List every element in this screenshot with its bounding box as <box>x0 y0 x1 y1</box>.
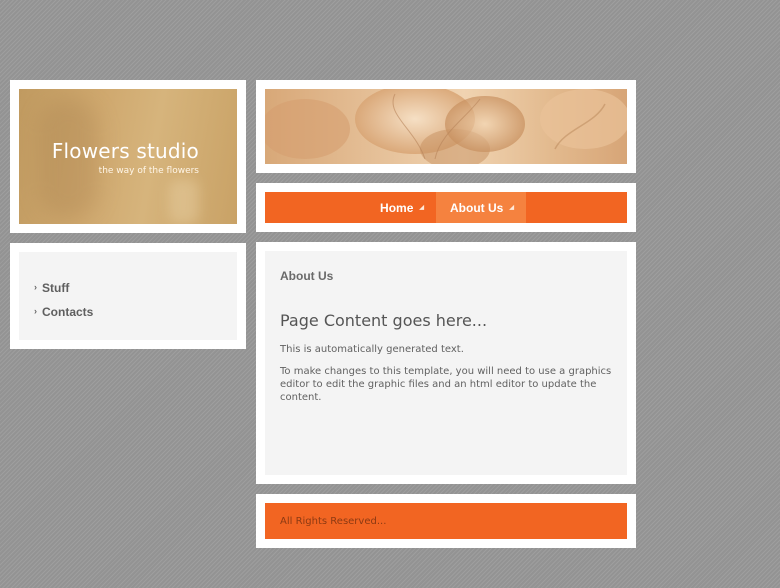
sidebar-item-label: Stuff <box>42 281 70 295</box>
content-paragraph: This is automatically generated text. <box>280 344 464 355</box>
logo-panel: Flowers studio the way of the flowers <box>10 80 246 233</box>
sidebar-item-label: Contacts <box>42 305 94 319</box>
nav-about-link[interactable]: About Us ◢ <box>436 192 526 223</box>
site-tagline: the way of the flowers <box>98 166 199 176</box>
sidebar: › Stuff › Contacts <box>10 243 246 349</box>
nav-about-label: About Us <box>450 200 504 215</box>
nav-home-link[interactable]: Home ◢ <box>366 192 436 223</box>
sidebar-menu: › Stuff › Contacts <box>19 252 237 340</box>
nav-menu: Home ◢ About Us ◢ <box>265 192 627 223</box>
arrow-icon: ◢ <box>509 205 514 211</box>
sidebar-item-contacts[interactable]: › Contacts <box>34 300 237 324</box>
flower-illustration <box>265 89 627 164</box>
copyright-text: All Rights Reserved... <box>280 515 387 527</box>
logo-image: Flowers studio the way of the flowers <box>19 89 237 224</box>
nav-home-label: Home <box>380 200 414 215</box>
content-area: About Us Page Content goes here... This … <box>265 251 627 475</box>
page-title: Page Content goes here... <box>280 311 488 330</box>
arrow-icon: ◢ <box>419 205 424 211</box>
chevron-right-icon: › <box>34 306 37 316</box>
main-content: About Us Page Content goes here... This … <box>256 242 636 484</box>
content-paragraph: To make changes to this template, you wi… <box>280 366 612 403</box>
sidebar-item-stuff[interactable]: › Stuff <box>34 276 237 300</box>
navigation-bar: Home ◢ About Us ◢ <box>256 183 636 232</box>
site-title: Flowers studio <box>51 139 199 163</box>
header-banner <box>256 80 636 173</box>
chevron-right-icon: › <box>34 282 37 292</box>
footer: All Rights Reserved... <box>256 494 636 548</box>
footer-bar: All Rights Reserved... <box>265 503 627 539</box>
section-heading: About Us <box>280 269 334 283</box>
flower-banner-image <box>265 89 627 164</box>
